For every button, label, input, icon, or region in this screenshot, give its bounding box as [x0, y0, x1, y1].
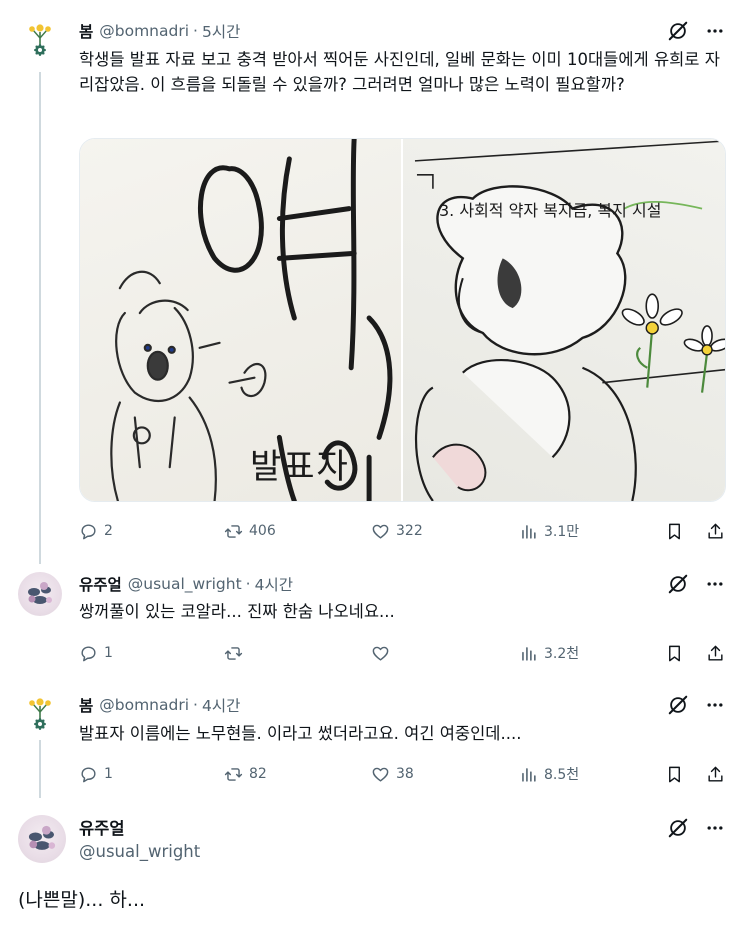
user-handle[interactable]: @usual_wright: [128, 575, 242, 593]
like-button[interactable]: 322: [371, 522, 423, 541]
ink-flower-avatar-icon: [28, 582, 52, 604]
tweet-text: 발표자 이름에는 노무현들. 이라고 썼더라고요. 여긴 여중인데....: [79, 724, 522, 743]
tweet-actions: 1 3.2천: [79, 642, 726, 664]
like-button[interactable]: 38: [371, 765, 414, 784]
tweet-top-icons: [667, 20, 725, 42]
tweet-top-icons: [667, 573, 725, 595]
separator-dot: ·: [193, 22, 198, 40]
retweet-icon: [224, 524, 243, 538]
user-handle[interactable]: @usual_wright: [79, 842, 200, 861]
tweet-top-icons: [667, 817, 725, 839]
tweet-text: (나쁜말)... 하...: [18, 889, 146, 911]
like-count: 322: [396, 523, 423, 539]
separator-dot: ·: [245, 575, 251, 593]
share-button[interactable]: [706, 765, 725, 784]
tweet-actions: 1 82 38 8.5천: [79, 763, 726, 785]
share-button[interactable]: [706, 522, 725, 541]
views-button[interactable]: 8.5천: [519, 764, 579, 784]
retweet-button[interactable]: 82: [224, 765, 267, 784]
retweet-icon: [224, 767, 243, 781]
media-caption-left: 발표자: [250, 447, 350, 487]
retweet-icon: [224, 646, 243, 660]
avatar-usual[interactable]: [18, 815, 66, 863]
bookmark-icon: [669, 766, 680, 782]
retweet-button[interactable]: [224, 644, 249, 663]
views-button[interactable]: 3.1만: [519, 521, 579, 541]
drawing-left-illustration: [110, 139, 393, 501]
display-name[interactable]: 유주얼: [79, 573, 122, 595]
more-options-icon[interactable]: [705, 21, 725, 41]
share-icon: [708, 523, 723, 539]
tweet-header: 봄 @bomnadri · 4시간: [79, 694, 240, 716]
media-heading-right: 3. 사회적 약자 복지금, 복지 시설: [439, 201, 662, 220]
view-count: 3.1만: [544, 524, 580, 540]
photo-drawing-right[interactable]: 3. 사회적 약자 복지금, 복지 시설: [403, 139, 725, 501]
more-options-icon[interactable]: [705, 574, 725, 594]
drawing-right-illustration: [414, 140, 725, 501]
reply-button[interactable]: 2: [79, 522, 113, 541]
retweet-count: 406: [249, 523, 276, 539]
ink-flower-avatar-icon: [28, 825, 56, 850]
timestamp[interactable]: 4시간: [255, 573, 293, 595]
retweet-button[interactable]: 406: [224, 522, 276, 541]
reply-icon: [81, 523, 96, 539]
tweet-actions: 2 406 322 3.1만: [79, 520, 726, 542]
user-handle[interactable]: @bomnadri: [99, 22, 189, 40]
grok-icon[interactable]: [667, 573, 689, 595]
reply-count: 1: [104, 645, 113, 661]
heart-icon: [372, 524, 389, 539]
timestamp[interactable]: 5시간: [202, 20, 240, 42]
more-options-icon[interactable]: [705, 695, 725, 715]
reply-button[interactable]: 1: [79, 644, 113, 663]
reply-icon: [81, 645, 96, 661]
tweet-top-icons: [667, 694, 725, 716]
display-name[interactable]: 봄: [79, 20, 93, 42]
flower-avatar-icon: [29, 698, 51, 730]
avatar-bom[interactable]: [18, 694, 62, 738]
view-count: 8.5천: [544, 767, 580, 783]
tweet-text: 쌍꺼풀이 있는 코알라... 진짜 한숨 나오네요...: [79, 602, 395, 621]
thread-line-2: [39, 740, 41, 798]
views-chart-icon: [522, 524, 536, 539]
tweet-header: 유주얼 @usual_wright · 4시간: [79, 573, 293, 595]
separator-dot: ·: [193, 696, 198, 714]
more-options-icon[interactable]: [705, 818, 725, 838]
user-handle[interactable]: @bomnadri: [99, 696, 189, 714]
reply-icon: [81, 766, 96, 782]
views-chart-icon: [522, 767, 536, 782]
bookmark-icon: [669, 523, 680, 539]
share-button[interactable]: [706, 644, 725, 663]
flower-avatar-icon: [29, 24, 51, 56]
like-button[interactable]: [371, 644, 396, 663]
tweet-media[interactable]: 발표자 3. 사회적 약자 복지금, 복지 시설: [79, 138, 726, 502]
grok-icon[interactable]: [667, 20, 689, 42]
reply-button[interactable]: 1: [79, 765, 113, 784]
reply-count: 2: [104, 523, 113, 539]
heart-icon: [372, 646, 389, 661]
share-icon: [708, 766, 723, 782]
avatar-bom[interactable]: [18, 20, 62, 64]
views-button[interactable]: 3.2천: [519, 643, 579, 663]
heart-icon: [372, 767, 389, 782]
bookmark-button[interactable]: [665, 644, 684, 663]
views-chart-icon: [522, 646, 536, 661]
bookmark-icon: [669, 645, 680, 661]
view-count: 3.2천: [544, 646, 580, 662]
grok-icon[interactable]: [667, 817, 689, 839]
thread-line-1: [39, 72, 41, 564]
display-name[interactable]: 봄: [79, 694, 93, 716]
grok-icon[interactable]: [667, 694, 689, 716]
like-count: 38: [396, 766, 414, 782]
bookmark-button[interactable]: [665, 522, 684, 541]
photo-drawing-left[interactable]: 발표자: [80, 139, 401, 501]
share-icon: [708, 645, 723, 661]
display-name[interactable]: 유주얼: [79, 815, 125, 839]
timestamp[interactable]: 4시간: [202, 694, 240, 716]
avatar-usual[interactable]: [18, 572, 62, 616]
bookmark-button[interactable]: [665, 765, 684, 784]
reply-count: 1: [104, 766, 113, 782]
tweet-text: 학생들 발표 자료 보고 충격 받아서 찍어둔 사진인데, 일베 문화는 이미 …: [79, 50, 720, 94]
retweet-count: 82: [249, 766, 267, 782]
tweet-header: 봄 @bomnadri · 5시간: [79, 20, 240, 42]
